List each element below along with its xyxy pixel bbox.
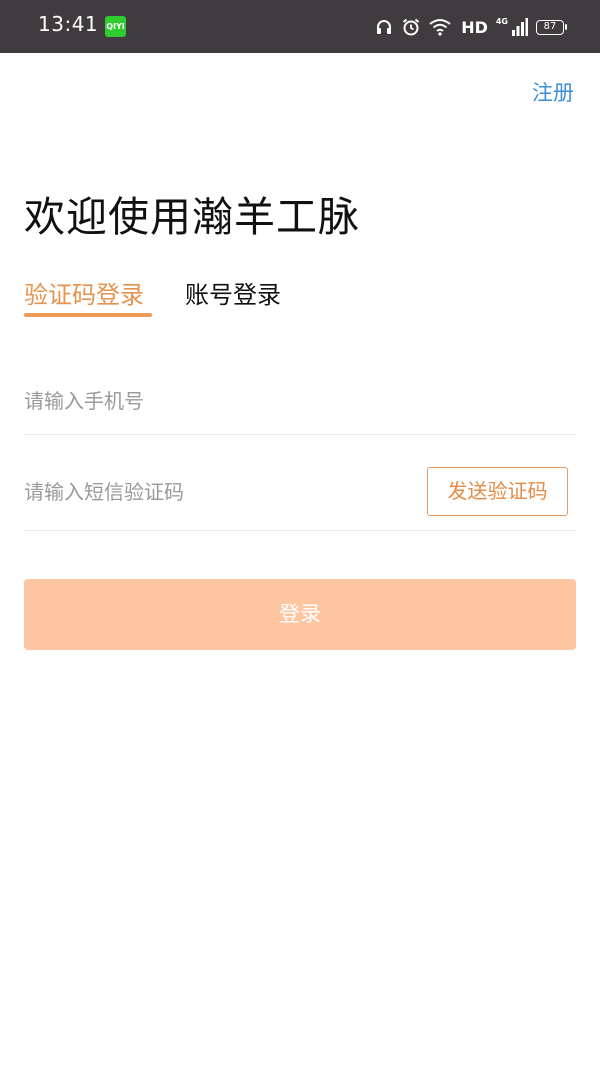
active-tab-indicator: [24, 313, 152, 317]
iqiyi-app-icon: QIYI: [105, 16, 126, 37]
register-link[interactable]: 注册: [532, 77, 574, 107]
status-time: 13:41: [38, 12, 99, 36]
sms-code-input[interactable]: [24, 467, 414, 517]
headphones-icon: [375, 18, 393, 36]
network-type-label: 4G: [495, 16, 508, 26]
alarm-icon: [401, 17, 421, 37]
tab-account-login[interactable]: 账号登录: [185, 275, 281, 310]
login-button[interactable]: 登录: [24, 579, 576, 650]
phone-input[interactable]: [24, 376, 576, 426]
code-field-container: [24, 467, 414, 517]
send-code-button[interactable]: 发送验证码: [427, 467, 568, 516]
divider: [24, 434, 576, 435]
hd-label: HD: [461, 17, 488, 37]
wifi-icon: [429, 18, 451, 36]
status-icons: HD 4G 87: [375, 14, 567, 40]
status-bar: 13:41 QIYI HD 4G 87: [0, 0, 600, 53]
battery-icon: 87: [536, 19, 567, 35]
phone-field-container: [24, 376, 576, 426]
page-title: 欢迎使用瀚羊工脉: [24, 193, 360, 241]
signal-icon: [512, 18, 528, 36]
tab-sms-code-login[interactable]: 验证码登录: [24, 275, 144, 310]
divider: [24, 530, 576, 531]
